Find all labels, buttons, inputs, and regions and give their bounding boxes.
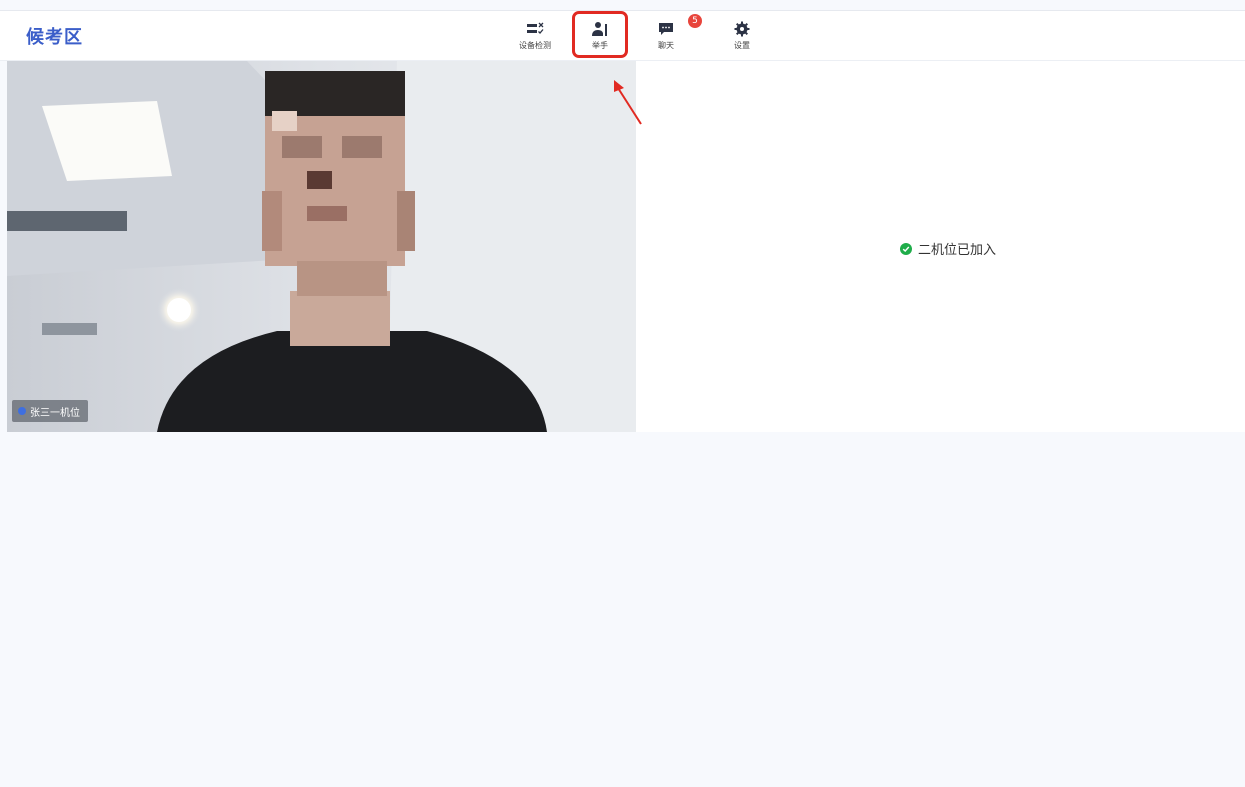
page-title: 候考区 bbox=[26, 27, 83, 48]
user-icon bbox=[18, 407, 26, 415]
settings-label: 设置 bbox=[734, 41, 750, 50]
chat-icon bbox=[659, 23, 673, 35]
device-check-label: 设备检测 bbox=[519, 41, 551, 50]
chat-unread-badge: 5 bbox=[688, 14, 702, 28]
status-text: 二机位已加入 bbox=[918, 243, 997, 258]
check-circle-icon bbox=[900, 242, 912, 255]
gear-icon bbox=[734, 21, 750, 37]
device-check-button[interactable]: 设备检测 bbox=[508, 11, 562, 60]
chat-button[interactable]: 聊天 bbox=[639, 11, 693, 60]
second-camera-status: 二机位已加入 bbox=[900, 239, 996, 258]
camera-name-text: 张三一机位 bbox=[30, 407, 80, 419]
camera-video: 张三一机位 bbox=[7, 61, 636, 432]
camera-name-tag: 张三一机位 bbox=[12, 400, 88, 422]
raise-hand-highlight bbox=[572, 11, 628, 58]
settings-button[interactable]: 设置 bbox=[715, 11, 769, 60]
video-frame bbox=[7, 61, 636, 432]
second-camera-panel: 二机位已加入 bbox=[636, 61, 1245, 432]
chat-label: 聊天 bbox=[658, 41, 674, 50]
device-check-icon bbox=[527, 22, 544, 34]
